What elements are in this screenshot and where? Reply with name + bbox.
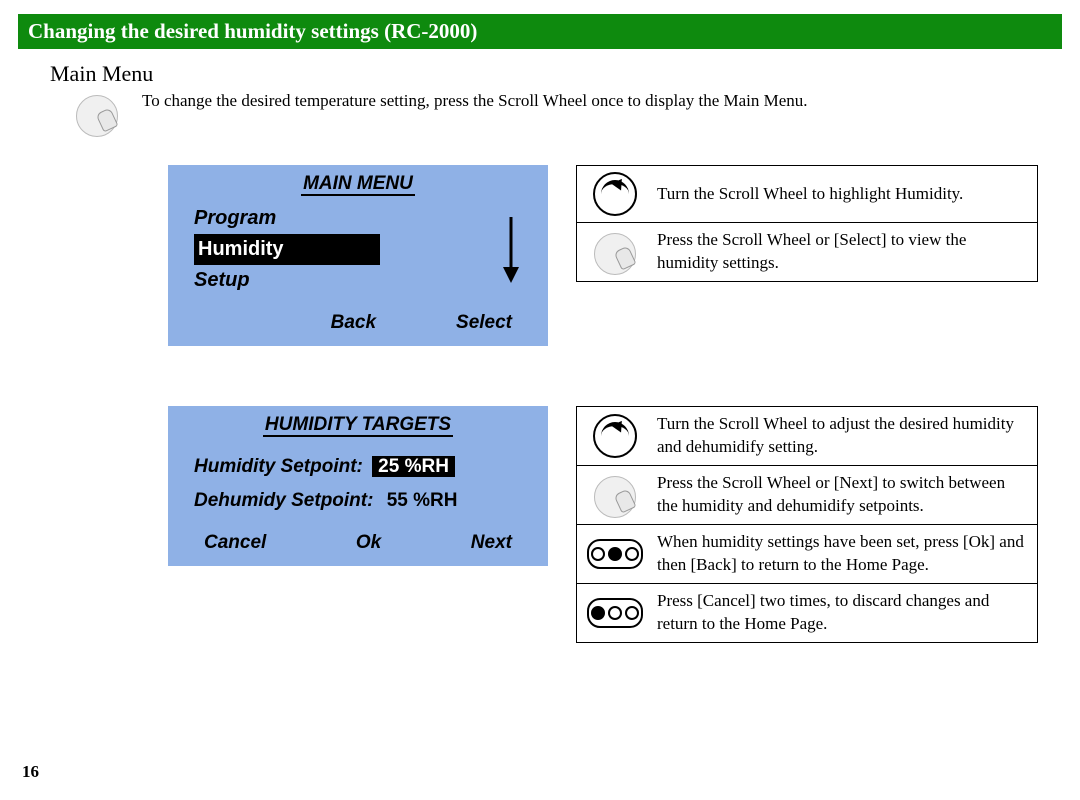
lcd-header: HUMIDITY TARGETS [263, 414, 453, 437]
humidity-setpoint-value: 25 %RH [372, 456, 455, 477]
intro-text: To change the desired temperature settin… [142, 91, 808, 111]
softkey-back: Back [331, 312, 376, 334]
lcd-humidity-targets: HUMIDITY TARGETS Humidity Setpoint: 25 %… [168, 406, 548, 566]
lcd-main-menu: MAIN MENU Program Humidity Setup Back Se… [168, 165, 548, 346]
softkey-select: Select [456, 312, 512, 334]
rotate-wheel-icon [593, 414, 637, 458]
menu-item-setup: Setup [194, 265, 500, 296]
instr-text: Press [Cancel] two times, to discard cha… [657, 590, 1027, 636]
softkey-ok: Ok [356, 532, 381, 554]
page-title: Changing the desired humidity settings (… [18, 14, 1062, 49]
scroll-down-arrow-icon [500, 215, 522, 285]
press-scroll-wheel-icon [594, 476, 636, 518]
instructions-1: Turn the Scroll Wheel to highlight Humid… [576, 165, 1038, 282]
cancel-button-icon [587, 598, 643, 628]
press-scroll-wheel-icon [76, 95, 118, 137]
instr-text: Turn the Scroll Wheel to adjust the desi… [657, 413, 1027, 459]
instructions-2: Turn the Scroll Wheel to adjust the desi… [576, 406, 1038, 643]
instr-text: Press the Scroll Wheel or [Next] to swit… [657, 472, 1027, 518]
press-scroll-wheel-icon [594, 233, 636, 275]
page-number: 16 [22, 762, 39, 782]
humidity-setpoint-label: Humidity Setpoint: [194, 456, 363, 477]
subheading: Main Menu [50, 61, 1062, 87]
softkey-cancel: Cancel [204, 532, 266, 554]
dehumidify-setpoint-label: Dehumidy Setpoint: [194, 490, 373, 511]
menu-item-humidity: Humidity [194, 234, 380, 265]
dehumidify-setpoint-value: 55 %RH [387, 490, 458, 511]
menu-item-program: Program [194, 203, 500, 234]
instr-text: When humidity settings have been set, pr… [657, 531, 1027, 577]
rotate-wheel-icon [593, 172, 637, 216]
ok-button-icon [587, 539, 643, 569]
instr-text: Turn the Scroll Wheel to highlight Humid… [657, 183, 1027, 206]
instr-text: Press the Scroll Wheel or [Select] to vi… [657, 229, 1027, 275]
lcd-header: MAIN MENU [301, 173, 415, 196]
softkey-next: Next [471, 532, 512, 554]
